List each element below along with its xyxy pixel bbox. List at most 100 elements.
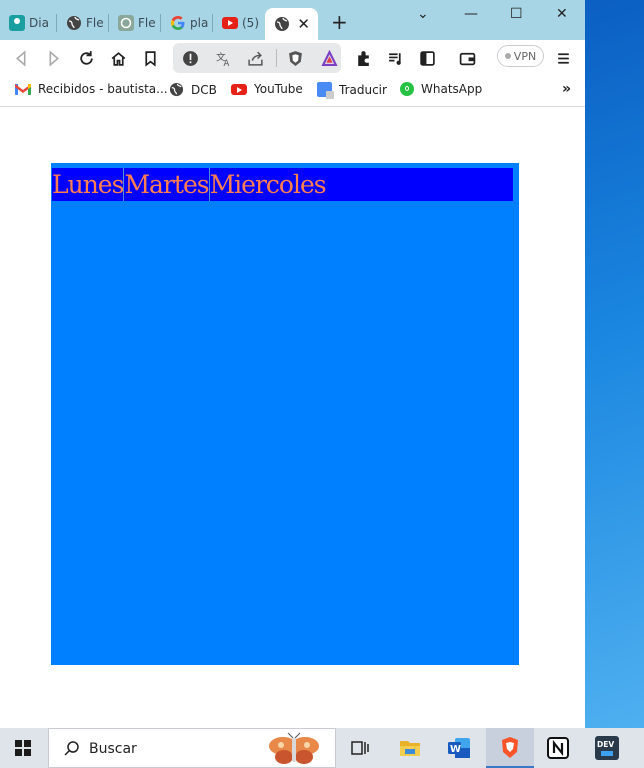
bookmark-label: Recibidos - bautista... xyxy=(38,82,168,96)
share-icon[interactable] xyxy=(245,48,265,68)
brave-button[interactable] xyxy=(486,736,534,768)
wallet-button[interactable] xyxy=(457,48,477,68)
svg-text:A: A xyxy=(223,58,229,66)
tab-youtube[interactable]: (5) xyxy=(213,10,265,36)
tab-google[interactable]: pla xyxy=(161,10,213,36)
puzzle-icon xyxy=(357,50,369,66)
dev-button[interactable]: DEV xyxy=(595,736,619,760)
chatgpt-icon xyxy=(118,15,134,31)
back-button[interactable] xyxy=(11,48,31,68)
whatsapp-icon xyxy=(400,82,414,96)
minimize-button[interactable]: — xyxy=(464,6,478,22)
start-button[interactable] xyxy=(15,740,31,756)
day-tuesday: Martes xyxy=(124,168,210,201)
extensions-button[interactable] xyxy=(353,48,373,68)
word-icon: W xyxy=(448,738,470,758)
bookmark-button[interactable] xyxy=(140,48,160,68)
file-explorer-icon xyxy=(400,741,420,756)
tab-flex-2[interactable]: Fle xyxy=(109,10,161,36)
home-icon xyxy=(111,51,125,66)
vpn-label: VPN xyxy=(513,49,537,63)
tab-label: Fle xyxy=(138,16,156,30)
windows-logo-icon xyxy=(15,740,22,747)
word-button[interactable]: W xyxy=(447,736,471,760)
tab-label: pla xyxy=(190,16,209,30)
search-placeholder: Buscar xyxy=(89,741,137,757)
playlist-icon xyxy=(388,52,401,65)
back-icon xyxy=(15,49,25,67)
taskbar: Buscar W DEV xyxy=(0,728,644,768)
brave-shields-icon[interactable] xyxy=(285,48,305,68)
task-view-button[interactable] xyxy=(348,736,372,760)
address-bar[interactable]: 文A xyxy=(173,43,341,73)
sidebar-icon xyxy=(419,50,435,66)
reload-button[interactable] xyxy=(76,48,96,68)
browser-toolbar: 文A VPN xyxy=(0,40,585,76)
classroom-icon xyxy=(9,15,25,31)
forward-icon xyxy=(49,49,59,67)
tab-label: Dia xyxy=(29,16,49,30)
bookmark-gmail[interactable]: Recibidos - bautista... xyxy=(15,82,168,96)
close-window-button[interactable]: ✕ xyxy=(556,6,568,22)
vpn-button[interactable]: VPN xyxy=(497,45,544,67)
moth-illustration-icon xyxy=(269,732,319,764)
youtube-icon xyxy=(231,83,247,95)
notion-button[interactable] xyxy=(546,736,570,760)
tab-classroom[interactable]: Dia xyxy=(0,10,57,36)
day-monday: Lunes xyxy=(52,168,124,201)
bookmark-dcb[interactable]: DCB xyxy=(169,82,217,97)
new-tab-button[interactable]: + xyxy=(331,12,348,32)
vpn-status-icon xyxy=(504,53,511,59)
tab-search-icon[interactable]: ⌄ xyxy=(417,6,429,22)
gmail-icon xyxy=(15,83,31,95)
browser-window: Dia Fle Fle pla (5) ✕ + ⌄ — ☐ ✕ 文 A VPN … xyxy=(0,0,585,728)
bookmark-label: DCB xyxy=(191,82,217,97)
svg-text:W: W xyxy=(450,744,461,755)
wallet-icon xyxy=(459,52,475,65)
dev-icon: DEV xyxy=(595,736,619,760)
bookmark-youtube[interactable]: YouTube xyxy=(231,82,303,96)
bookmark-label: Traducir xyxy=(339,82,387,97)
task-view-icon xyxy=(351,741,369,755)
tab-strip: Dia Fle Fle pla (5) ✕ + ⌄ — ☐ ✕ xyxy=(0,0,585,40)
globe-icon xyxy=(274,16,290,32)
bookmark-whatsapp[interactable]: WhatsApp xyxy=(400,82,482,96)
content-box: Lunes Martes Miercoles xyxy=(51,163,519,665)
google-icon xyxy=(170,15,186,31)
day-wednesday: Miercoles xyxy=(209,170,327,199)
reload-icon xyxy=(79,50,93,65)
bookmark-label: YouTube xyxy=(254,82,303,96)
tab-label: (5) xyxy=(242,16,259,30)
menu-button[interactable] xyxy=(553,48,573,68)
bookmark-label: WhatsApp xyxy=(421,82,483,96)
globe-icon xyxy=(66,15,82,31)
brave-icon xyxy=(502,737,518,758)
tab-label: Fle xyxy=(86,16,104,30)
bookmarks-bar: Recibidos - bautista... DCB YouTube Trad… xyxy=(0,76,585,107)
tab-active[interactable]: ✕ xyxy=(265,8,318,40)
divider xyxy=(276,49,277,67)
youtube-icon xyxy=(222,17,238,29)
home-button[interactable] xyxy=(108,48,128,68)
brave-rewards-icon[interactable] xyxy=(319,48,339,68)
days-row: Lunes Martes Miercoles xyxy=(52,168,513,201)
tab-close-icon[interactable]: ✕ xyxy=(297,15,310,33)
hamburger-icon xyxy=(557,52,569,64)
desktop-background xyxy=(585,0,644,728)
taskbar-search[interactable]: Buscar xyxy=(48,728,336,768)
tab-flex-1[interactable]: Fle xyxy=(57,10,109,36)
file-explorer-button[interactable] xyxy=(398,736,422,760)
svg-text:DEV: DEV xyxy=(597,740,614,749)
site-info-icon[interactable] xyxy=(180,48,200,68)
media-button[interactable] xyxy=(385,48,405,68)
forward-button[interactable] xyxy=(43,48,63,68)
sidebar-button[interactable] xyxy=(417,48,437,68)
bookmark-traducir[interactable]: Traducir xyxy=(317,82,387,99)
maximize-button[interactable]: ☐ xyxy=(510,6,523,22)
notion-icon xyxy=(547,737,569,759)
search-icon xyxy=(64,741,79,756)
bookmark-icon xyxy=(144,50,156,67)
globe-icon xyxy=(169,82,184,97)
translate-icon[interactable]: 文A xyxy=(213,48,233,68)
bookmarks-overflow-button[interactable]: » xyxy=(562,81,571,97)
